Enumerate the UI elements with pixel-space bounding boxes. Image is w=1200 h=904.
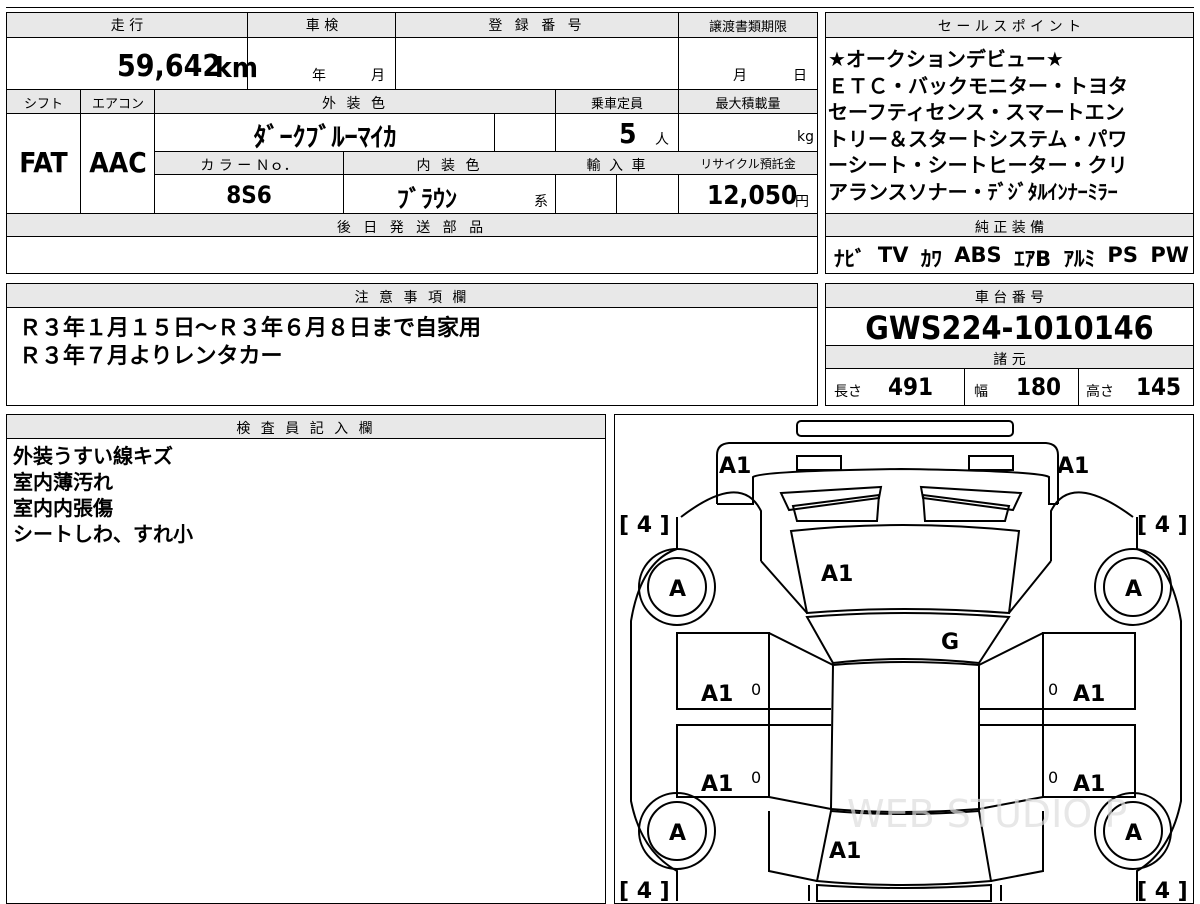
import-label: 輸 入 車 [586, 158, 648, 174]
chassis-number: GWS224-1010146 [865, 309, 1154, 347]
sales-points-box: セ ー ル ス ポ イ ン ト ★オークションデビュー★ ＥＴＣ・バックモニター・… [825, 12, 1194, 274]
equipment-item: ｱﾙﾐ [1063, 247, 1096, 271]
aircon-label: エアコン [91, 97, 144, 112]
sales-point-line: セーフティセンス・スマートエン [828, 100, 1125, 124]
interior-color-label: 内 装 色 [416, 158, 483, 174]
wheel-rear-right: A [1125, 821, 1142, 846]
sales-point-line: ＥＴＣ・バックモニター・トヨタ [828, 73, 1128, 98]
inspector-label: 検 査 員 記 入 欄 [236, 421, 376, 437]
height-value: 145 [1136, 373, 1182, 401]
wheel-rear-left: A [669, 821, 686, 846]
notes-lines: Ｒ３年１月１５日～Ｒ３年６月８日まで自家用 Ｒ３年７月よりレンタカー [19, 315, 481, 371]
exterior-color-value: ﾀﾞｰｸﾌﾞﾙｰﾏｲｶ [253, 123, 397, 153]
equipment-item: ﾅﾋﾞ [834, 247, 866, 271]
recycle-unit: 円 [795, 194, 809, 210]
inspection-label: 車 検 [305, 18, 339, 34]
equipment-label: 純 正 装 備 [974, 220, 1045, 236]
equipment-item: TV [877, 243, 909, 267]
tire-front-right: [ 4 ] [1137, 513, 1188, 538]
damage-rear-door-left: A1 [701, 772, 733, 797]
door-mark-fl: 0 [751, 680, 761, 699]
interior-color-suffix: 系 [534, 194, 548, 210]
recycle-label: リサイクル預託金 [700, 157, 796, 171]
mileage-value: 59,642 [117, 49, 222, 84]
inspection-month: 月 [371, 68, 385, 84]
inspector-box: 検 査 員 記 入 欄 外装うすい線キズ 室内薄汚れ 室内内張傷 シートしわ、すれ小 [6, 414, 606, 904]
sales-point-line: ーシート・シートヒーター・クリ [828, 153, 1128, 177]
sales-points-label: セ ー ル ス ポ イ ン ト [937, 19, 1082, 35]
inspector-lines: 外装うすい線キズ 室内薄汚れ 室内内張傷 シートしわ、すれ小 [13, 443, 193, 547]
equipment-item: PW [1150, 243, 1189, 267]
color-no-label: カ ラ ー Ｎｏ． [200, 158, 298, 174]
capacity-label: 乗車定員 [590, 97, 643, 112]
registration-label: 登 録 番 号 [488, 18, 586, 34]
recycle-value: 12,050 [707, 181, 798, 211]
width-label: 幅 [974, 384, 988, 400]
sales-point-line: アランスソナー・ﾃﾞｼﾞﾀﾙｲﾝﾅｰﾐﾗｰ [828, 179, 1118, 204]
top-strip [6, 0, 1194, 8]
max-load-label: 最大積載量 [715, 97, 781, 112]
inspector-line: 外装うすい線キズ [13, 444, 173, 468]
inspector-line: シートしわ、すれ小 [13, 522, 193, 546]
aircon-value: AAC [89, 146, 147, 179]
equipment-item: ｴｱB [1014, 247, 1052, 271]
equipment-item: PS [1107, 243, 1138, 267]
later-parts-label: 後 日 発 送 部 品 [336, 220, 488, 236]
notes-line: Ｒ３年１月１５日～Ｒ３年６月８日まで自家用 [19, 316, 482, 341]
watermark: WEB STUDIO P [847, 792, 1127, 836]
max-load-unit: kg [797, 129, 814, 145]
interior-color-value: ﾌﾞﾗｳﾝ [397, 185, 457, 213]
length-label: 長さ [834, 384, 862, 400]
damage-trunk: A1 [829, 839, 861, 864]
tire-rear-left: [ 4 ] [619, 879, 670, 903]
damage-hood: A1 [821, 562, 853, 587]
damage-windshield: G [941, 630, 959, 655]
wheel-front-left: A [669, 577, 686, 602]
damage-front-door-left: A1 [701, 682, 733, 707]
equipment-items: ﾅﾋﾞ TV ｶﾜ ABS ｴｱB ｱﾙﾐ PS PW [834, 243, 1189, 273]
wheel-front-right: A [1125, 577, 1142, 602]
inspection-year: 年 [312, 68, 326, 84]
chassis-box: 車 台 番 号 GWS224-1010146 諸 元 長さ 491 幅 180 … [825, 283, 1194, 406]
sales-point-line: トリー＆スタートシステム・パワ [828, 126, 1128, 151]
shift-value: FAT [19, 146, 68, 179]
vehicle-info-table: 走 行 車 検 登 録 番 号 譲渡書類期限 59,642 km 年 月 月 日… [6, 12, 818, 274]
inspector-line: 室内内張傷 [13, 496, 113, 520]
door-mark-rr: 0 [1048, 768, 1058, 787]
notes-box: 注 意 事 項 欄 Ｒ３年１月１５日～Ｒ３年６月８日まで自家用 Ｒ３年７月よりレン… [6, 283, 818, 406]
transfer-deadline-label: 譲渡書類期限 [708, 20, 787, 35]
shift-label: シフト [23, 97, 63, 112]
car-damage-diagram: A1 A1 A1 G A1 A1 A1 A1 A1 A A A A [ 4 ] … [619, 420, 1188, 903]
capacity-unit: 人 [655, 132, 669, 148]
notes-label: 注 意 事 項 欄 [354, 290, 470, 306]
height-label: 高さ [1086, 384, 1114, 400]
mileage-label: 走 行 [110, 18, 144, 34]
inspector-line: 室内薄汚れ [13, 470, 113, 494]
equipment-item: ABS [954, 243, 1002, 267]
color-no-value: 8S6 [226, 181, 272, 209]
specs-label: 諸 元 [993, 352, 1026, 368]
width-value: 180 [1016, 373, 1062, 401]
door-mark-rl: 0 [751, 768, 761, 787]
capacity-value: 5 [619, 117, 637, 150]
transfer-month: 月 [733, 68, 747, 84]
sales-point-line: ★オークションデビュー★ [828, 47, 1064, 71]
damage-front-right: A1 [1057, 454, 1089, 479]
door-mark-fr: 0 [1048, 680, 1058, 699]
tire-rear-right: [ 4 ] [1137, 879, 1188, 903]
chassis-label: 車 台 番 号 [974, 290, 1045, 306]
notes-line: Ｒ３年７月よりレンタカー [19, 344, 283, 369]
car-diagram-box: A1 A1 A1 G A1 A1 A1 A1 A1 A A A A [ 4 ] … [614, 414, 1194, 904]
exterior-color-label: 外 装 色 [322, 96, 388, 112]
transfer-day: 日 [793, 68, 807, 84]
damage-front-left: A1 [719, 454, 751, 479]
mileage-unit: km [215, 51, 258, 84]
tire-front-left: [ 4 ] [619, 513, 670, 538]
length-value: 491 [888, 373, 934, 401]
equipment-item: ｶﾜ [920, 247, 942, 271]
sales-points-lines: ★オークションデビュー★ ＥＴＣ・バックモニター・トヨタ セーフティセンス・スマート… [828, 46, 1192, 205]
damage-front-door-right: A1 [1073, 682, 1105, 707]
